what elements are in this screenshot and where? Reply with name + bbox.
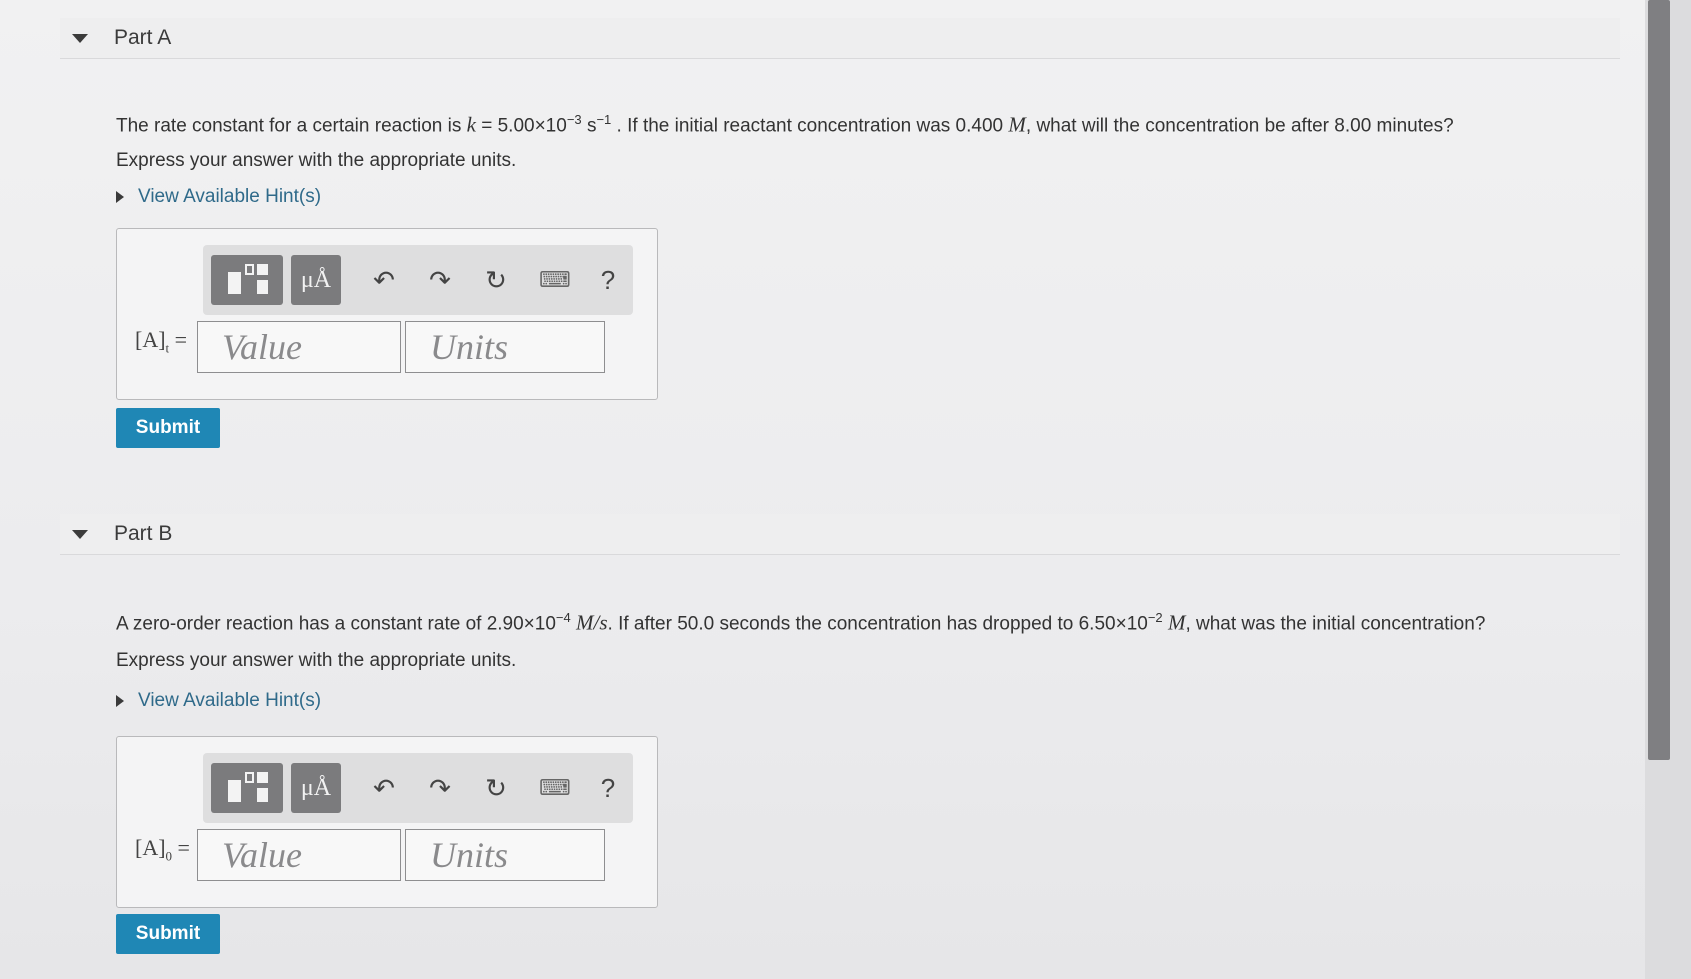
eq-equals: = — [177, 835, 190, 860]
k-symbol: k — [466, 112, 476, 137]
hint-label: View Available Hint(s) — [138, 690, 322, 711]
expand-triangle-icon — [116, 191, 124, 203]
concentration-label: [A]0 = — [135, 835, 190, 864]
molar-unit: M — [1167, 610, 1186, 635]
redo-icon[interactable]: ↷ — [427, 265, 453, 296]
part-a-title: Part A — [114, 26, 172, 49]
part-a-instruction: Express your answer with the appropriate… — [116, 150, 517, 171]
rate-unit: M/s — [576, 610, 608, 635]
eq-equals: = — [174, 327, 188, 352]
part-a-hint-toggle[interactable]: View Available Hint(s) — [116, 186, 321, 208]
reset-icon[interactable]: ↻ — [483, 773, 509, 804]
eq-label-text: [A] — [135, 327, 166, 352]
question-text: The rate constant for a certain reaction… — [116, 115, 462, 137]
rate-exponent: −4 — [555, 610, 571, 625]
math-toolbar: μÅ ↶ ↷ ↻ ⌨ ? — [203, 753, 633, 823]
units-symbol-icon[interactable]: μÅ — [291, 763, 341, 813]
part-a-header[interactable]: Part A — [60, 18, 1620, 59]
part-b-header[interactable]: Part B — [60, 514, 1620, 555]
question-text-3: , what will the concentration be after 8… — [1025, 115, 1454, 137]
part-b-answer-box: μÅ ↶ ↷ ↻ ⌨ ? [A]0 = Value Units — [116, 736, 658, 908]
undo-icon[interactable]: ↶ — [371, 265, 397, 296]
concentration-label: [A]t = — [135, 327, 187, 356]
eq-label-sub: 0 — [165, 848, 173, 864]
collapse-caret-icon[interactable] — [72, 33, 88, 43]
k-exponent: −3 — [566, 112, 582, 127]
part-b-title: Part B — [114, 522, 173, 545]
k-unit: s — [586, 115, 597, 137]
part-b-question: A zero-order reaction has a constant rat… — [116, 610, 1485, 635]
eq-label-text: [A] — [135, 835, 166, 860]
redo-icon[interactable]: ↷ — [427, 773, 453, 804]
page: Part A The rate constant for a certain r… — [0, 0, 1645, 979]
molar-unit: M — [1008, 112, 1026, 137]
part-b-hint-toggle[interactable]: View Available Hint(s) — [116, 690, 321, 712]
question-text-2: . If the initial reactant concentration … — [616, 115, 1004, 137]
expand-triangle-icon — [116, 695, 124, 707]
value-input[interactable]: Value — [197, 321, 401, 373]
units-input[interactable]: Units — [405, 829, 605, 881]
part-b-instruction: Express your answer with the appropriate… — [116, 650, 517, 671]
question-text-3: , what was the initial concentration? — [1185, 613, 1486, 635]
part-a-submit-button[interactable]: Submit — [116, 408, 220, 448]
keyboard-icon[interactable]: ⌨ — [539, 267, 571, 293]
part-a-question: The rate constant for a certain reaction… — [116, 112, 1454, 137]
scrollbar-thumb[interactable] — [1648, 0, 1670, 760]
question-text-2: . If after 50.0 seconds the concentratio… — [607, 613, 1148, 635]
value-input[interactable]: Value — [197, 829, 401, 881]
templates-icon[interactable] — [211, 255, 283, 305]
units-symbol-icon[interactable]: μÅ — [291, 255, 341, 305]
k-unit-exponent: −1 — [596, 112, 612, 127]
templates-icon[interactable] — [211, 763, 283, 813]
hint-label: View Available Hint(s) — [138, 186, 322, 207]
conc-exponent: −2 — [1147, 610, 1163, 625]
math-toolbar: μÅ ↶ ↷ ↻ ⌨ ? — [203, 245, 633, 315]
collapse-caret-icon[interactable] — [72, 529, 88, 539]
help-icon[interactable]: ? — [595, 265, 621, 296]
reset-icon[interactable]: ↻ — [483, 265, 509, 296]
keyboard-icon[interactable]: ⌨ — [539, 775, 571, 801]
eq-label-sub: t — [165, 340, 170, 356]
units-input[interactable]: Units — [405, 321, 605, 373]
help-icon[interactable]: ? — [595, 773, 621, 804]
part-b-submit-button[interactable]: Submit — [116, 914, 220, 954]
k-value: = 5.00×10 — [481, 115, 567, 137]
undo-icon[interactable]: ↶ — [371, 773, 397, 804]
part-a-answer-box: μÅ ↶ ↷ ↻ ⌨ ? [A]t = Value Units — [116, 228, 658, 400]
question-text: A zero-order reaction has a constant rat… — [116, 613, 556, 635]
